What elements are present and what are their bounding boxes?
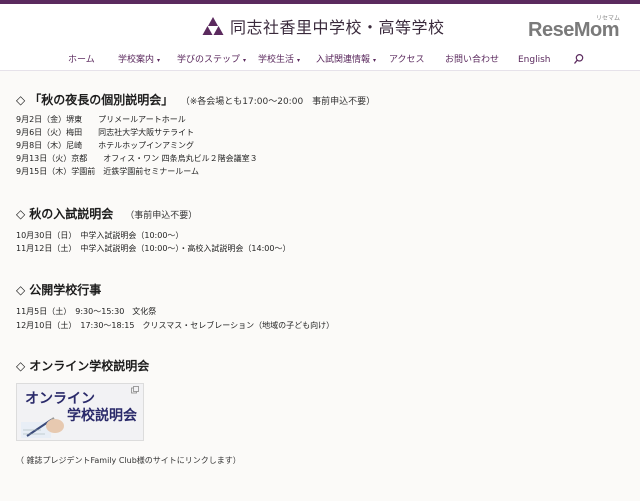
schedule-line: 11月12日（土） 中学入試説明会（10:00～）・高校入試説明会（14:00～… <box>16 244 291 253</box>
nav-item-contact[interactable]: お問い合わせ <box>445 53 499 67</box>
nav-item-label: English <box>518 55 551 65</box>
school-name: 同志社香里中学校・高等学校 <box>230 18 445 37</box>
section-title-online: ◇ オンライン学校説明会 <box>16 358 149 374</box>
section-title-entrance: ◇ 秋の入試説明会 （事前申込不要） <box>16 206 197 224</box>
external-link-icon <box>131 386 139 394</box>
school-logo[interactable]: 同志社香里中学校・高等学校 <box>202 14 445 38</box>
schedule-line: 9月2日（金）堺東 プリメールアートホール <box>16 115 186 124</box>
nav-item-english[interactable]: English <box>518 53 551 67</box>
section-title-text: 秋の入試説明会 <box>29 207 114 221</box>
nav-item-label: 学校生活 <box>258 55 295 65</box>
school-crest-icon <box>202 17 224 35</box>
schedule-line: 9月15日（木）学園前 近鉄学園前セミナールーム <box>16 167 200 176</box>
nav-item-home[interactable]: ホーム <box>68 53 95 67</box>
section-title-text: 公開学校行事 <box>29 283 102 297</box>
online-briefing-banner[interactable]: オンライン 学校説明会 <box>16 383 144 441</box>
nav-item-label: 入試関連情報 <box>316 55 371 65</box>
search-icon[interactable] <box>573 53 585 65</box>
nav-item-label: 学びのステップ <box>177 55 241 65</box>
section-note: （※各会場とも17:00～20:00 事前申込不要） <box>185 97 376 107</box>
banner-link-note: （ 雑誌プレジデントFamily Club様のサイトにリンクします） <box>16 456 241 465</box>
chevron-down-icon: ▾ <box>157 57 161 64</box>
nav-item-label: アクセス <box>389 55 425 65</box>
diamond-icon: ◇ <box>16 93 26 107</box>
pen-hand-icon <box>21 417 64 438</box>
nav-item-label: ホーム <box>68 55 95 65</box>
section-title-text: 「秋の夜長の個別説明会」 <box>29 93 174 107</box>
chevron-down-icon: ▾ <box>297 57 301 64</box>
nav-item-about[interactable]: 学校案内 ▾ <box>118 53 160 68</box>
resemom-logo[interactable]: リセマム ReseMom <box>528 13 632 41</box>
section-title-public-events: ◇ 公開学校行事 <box>16 282 101 298</box>
nav-item-school-life[interactable]: 学校生活 ▾ <box>258 53 300 68</box>
site-header: 同志社香里中学校・高等学校 リセマム ReseMom ホーム 学校案内 ▾ 学びの… <box>0 4 640 71</box>
resemom-wordmark: ReseMom <box>528 19 619 41</box>
chevron-down-icon: ▾ <box>373 57 377 64</box>
nav-item-learning[interactable]: 学びのステップ ▾ <box>177 53 246 68</box>
banner-line-2: 学校説明会 <box>67 408 137 424</box>
diamond-icon: ◇ <box>16 359 26 373</box>
section-title-text: オンライン学校説明会 <box>29 359 150 373</box>
schedule-line: 9月8日（木）尼崎 ホテルホップインアミング <box>16 141 195 150</box>
nav-item-label: 学校案内 <box>118 55 155 65</box>
schedule-line: 9月13日（火）京都 オフィス・ワン 四条烏丸ビル２階会議室３ <box>16 154 258 163</box>
nav-item-label: お問い合わせ <box>445 55 500 65</box>
section-title-individual: ◇ 「秋の夜長の個別説明会」 （※各会場とも17:00～20:00 事前申込不要） <box>16 92 375 110</box>
diamond-icon: ◇ <box>16 283 26 297</box>
schedule-line: 10月30日（日） 中学入試説明会（10:00～） <box>16 231 184 240</box>
nav-item-admissions[interactable]: 入試関連情報 ▾ <box>316 53 376 68</box>
nav-item-access[interactable]: アクセス <box>389 53 425 67</box>
section-note: （事前申込不要） <box>125 211 198 221</box>
main-nav: ホーム 学校案内 ▾ 学びのステップ ▾ 学校生活 ▾ 入試関連情報 ▾ アクセス お問… <box>0 53 640 69</box>
chevron-down-icon: ▾ <box>243 57 247 64</box>
schedule-line: 12月10日（土） 17:30～18:15 クリスマス・セレブレーション（地域の… <box>16 321 335 330</box>
diamond-icon: ◇ <box>16 207 26 221</box>
schedule-line: 9月6日（火）梅田 同志社大学大阪サテライト <box>16 128 195 137</box>
schedule-line: 11月5日（土） 9:30～15:30 文化祭 <box>16 307 157 316</box>
